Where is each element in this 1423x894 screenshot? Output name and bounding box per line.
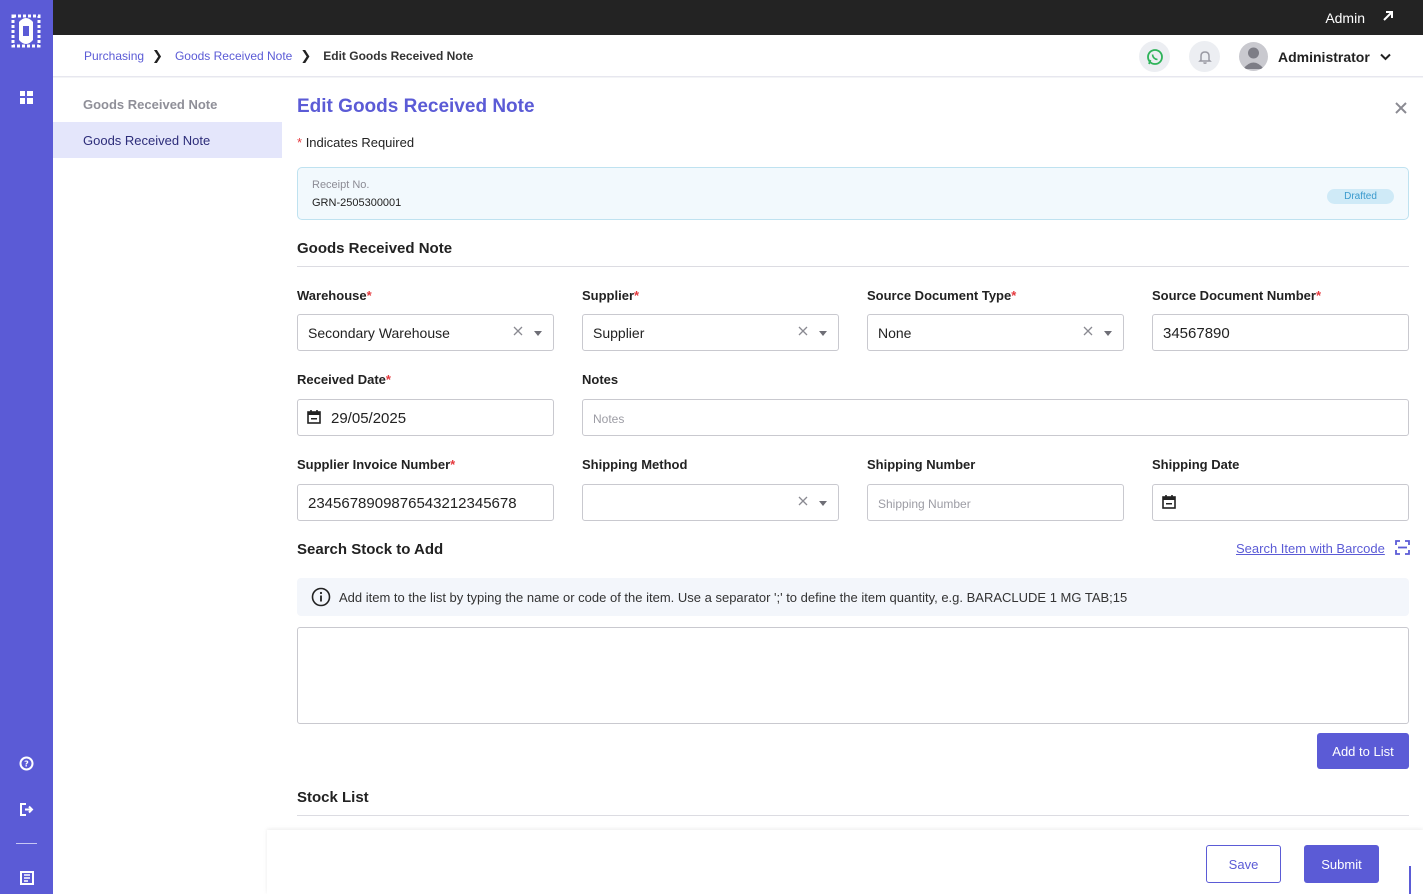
stock-search-textarea[interactable]	[297, 627, 1409, 724]
shipping-number-label: Shipping Number	[867, 457, 976, 472]
dropdown-caret-icon	[534, 331, 542, 336]
page-header: Purchasing ❯ Goods Received Note ❯ Edit …	[53, 35, 1423, 77]
dropdown-caret-icon	[819, 501, 827, 506]
dashboard-grid-icon[interactable]	[17, 88, 36, 107]
book-icon[interactable]	[17, 868, 36, 887]
breadcrumb-goods-received-note[interactable]: Goods Received Note	[175, 49, 292, 63]
received-date-label: Received Date*	[297, 372, 391, 387]
shipping-date-label: Shipping Date	[1152, 457, 1240, 472]
nav-rail: ?	[0, 0, 53, 894]
submit-button[interactable]: Submit	[1304, 845, 1379, 883]
external-link-icon[interactable]	[1381, 9, 1395, 23]
source-doc-number-input[interactable]: 34567890	[1152, 314, 1409, 351]
chevron-right-icon: ❯	[152, 48, 163, 63]
rail-divider	[16, 843, 37, 844]
user-avatar-icon	[1239, 42, 1268, 71]
logout-icon[interactable]	[17, 800, 36, 819]
add-to-list-button[interactable]: Add to List	[1317, 733, 1409, 769]
scroll-edge	[1409, 866, 1411, 894]
sidebar-item-goods-received-note[interactable]: Goods Received Note	[53, 122, 282, 158]
received-date-input[interactable]: 29/05/2025	[297, 399, 554, 436]
status-badge: Drafted	[1327, 189, 1394, 204]
info-banner: Add item to the list by typing the name …	[297, 578, 1409, 616]
whatsapp-icon[interactable]	[1139, 41, 1170, 72]
shipping-date-input[interactable]	[1152, 484, 1409, 521]
receipt-number: GRN-2505300001	[312, 197, 402, 209]
bell-icon[interactable]	[1189, 41, 1220, 72]
source-doc-type-select[interactable]: None	[867, 314, 1124, 351]
clear-icon[interactable]	[798, 326, 808, 336]
sidebar-heading: Goods Received Note	[83, 97, 218, 112]
save-button[interactable]: Save	[1206, 845, 1281, 883]
calendar-icon	[307, 410, 321, 424]
main-panel: Edit Goods Received Note * Indicates Req…	[282, 78, 1423, 894]
calendar-icon	[1162, 495, 1176, 509]
shipping-number-input[interactable]: Shipping Number	[867, 484, 1124, 521]
breadcrumb-purchasing[interactable]: Purchasing	[84, 49, 144, 63]
clear-icon[interactable]	[798, 496, 808, 506]
user-menu[interactable]: Administrator	[1239, 42, 1391, 71]
chevron-down-icon[interactable]	[1380, 53, 1391, 61]
clear-icon[interactable]	[513, 326, 523, 336]
section-title-search-stock: Search Stock to Add	[297, 541, 444, 558]
supplier-invoice-label: Supplier Invoice Number*	[297, 457, 456, 472]
section-title-stock-list: Stock List	[297, 789, 369, 806]
dropdown-caret-icon	[819, 331, 827, 336]
breadcrumb-current: Edit Goods Received Note	[323, 49, 474, 63]
top-bar: Admin	[53, 0, 1423, 35]
info-icon	[311, 587, 331, 607]
notes-label: Notes	[582, 372, 619, 387]
logo-icon[interactable]	[11, 12, 41, 50]
supplier-select[interactable]: Supplier	[582, 314, 839, 351]
section-divider	[297, 266, 1409, 267]
shipping-method-label: Shipping Method	[582, 457, 688, 472]
user-name: Administrator	[1278, 48, 1370, 65]
receipt-label: Receipt No.	[312, 179, 370, 191]
section-divider	[297, 815, 1409, 816]
help-icon[interactable]: ?	[17, 754, 36, 773]
close-icon[interactable]	[1394, 101, 1408, 115]
clear-icon[interactable]	[1083, 326, 1093, 336]
receipt-card: Receipt No. GRN-2505300001 Drafted	[297, 167, 1409, 220]
shipping-method-select[interactable]	[582, 484, 839, 521]
section-title-grn: Goods Received Note	[297, 240, 453, 257]
source-doc-type-label: Source Document Type*	[867, 288, 1017, 303]
supplier-invoice-input[interactable]: 23456789098765432123456​78	[297, 484, 554, 521]
info-text: Add item to the list by typing the name …	[339, 590, 1128, 605]
source-doc-number-label: Source Document Number*	[1152, 288, 1322, 303]
dropdown-caret-icon	[1104, 331, 1112, 336]
required-note: * Indicates Required	[297, 135, 415, 150]
module-sidebar: Goods Received Note Goods Received Note	[53, 78, 282, 894]
warehouse-select[interactable]: Secondary Warehouse	[297, 314, 554, 351]
barcode-scan-icon[interactable]	[1395, 540, 1410, 555]
warehouse-label: Warehouse*	[297, 288, 372, 303]
breadcrumb: Purchasing ❯ Goods Received Note ❯ Edit …	[84, 48, 473, 64]
action-footer: Save Submit	[267, 830, 1423, 894]
page-title: Edit Goods Received Note	[297, 96, 535, 117]
chevron-right-icon: ❯	[300, 48, 312, 63]
notes-input[interactable]: Notes	[582, 399, 1409, 436]
svg-text:?: ?	[24, 760, 29, 769]
search-barcode-link[interactable]: Search Item with Barcode	[1236, 541, 1385, 556]
supplier-label: Supplier*	[582, 288, 640, 303]
admin-link[interactable]: Admin	[1325, 10, 1365, 26]
